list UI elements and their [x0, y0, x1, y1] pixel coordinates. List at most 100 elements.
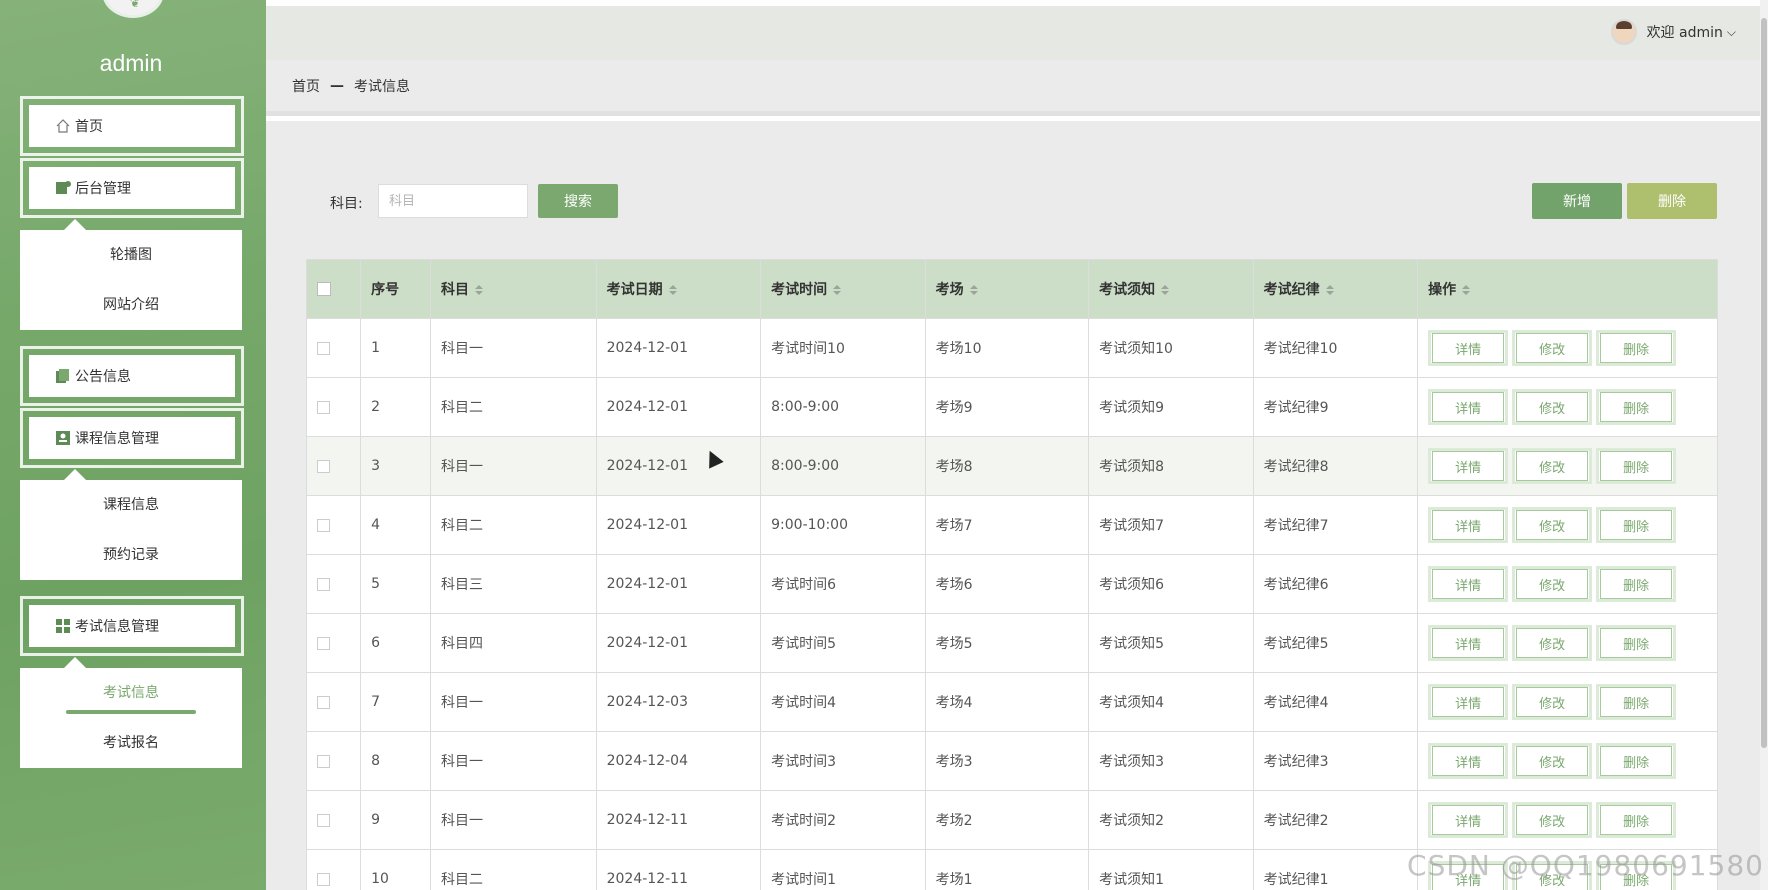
- table-cell: 考试须知9: [1088, 377, 1254, 437]
- search-button[interactable]: 搜索: [538, 184, 618, 218]
- edit-button[interactable]: 修改: [1512, 743, 1593, 779]
- detail-button[interactable]: 详情: [1428, 448, 1509, 484]
- table-cell: 考场5: [924, 613, 1090, 673]
- sidebar-item-home[interactable]: 首页: [20, 96, 244, 156]
- column-header[interactable]: 考场: [924, 259, 1090, 319]
- table-cell: 科目三: [429, 554, 597, 614]
- delete-button[interactable]: 删除: [1596, 743, 1677, 779]
- sort-icon[interactable]: [474, 285, 483, 295]
- delete-button[interactable]: 删除: [1596, 684, 1677, 720]
- delete-button[interactable]: 删除: [1596, 802, 1677, 838]
- breadcrumb-separator: —: [330, 77, 344, 94]
- edit-button[interactable]: 修改: [1512, 684, 1593, 720]
- delete-button[interactable]: 删除: [1596, 389, 1677, 425]
- submenu-item-exam-info[interactable]: 考试信息: [20, 668, 242, 718]
- submenu-item-site-intro[interactable]: 网站介绍: [20, 280, 242, 330]
- sidebar-item-course[interactable]: 课程信息管理: [20, 408, 244, 468]
- table-cell: 考试纪律10: [1252, 318, 1419, 378]
- table-cell: 2024-12-03: [595, 672, 762, 732]
- admin-avatar[interactable]: ❦: [102, 0, 164, 18]
- detail-button[interactable]: 详情: [1428, 566, 1509, 602]
- edit-button[interactable]: 修改: [1512, 507, 1593, 543]
- detail-button[interactable]: 详情: [1428, 507, 1509, 543]
- table-cell: 考试时间1: [760, 849, 926, 890]
- sidebar-item-label: 首页: [75, 119, 103, 135]
- table-cell: 2024-12-01: [595, 436, 762, 496]
- row-checkbox[interactable]: [317, 636, 330, 650]
- detail-button[interactable]: 详情: [1428, 743, 1509, 779]
- row-checkbox[interactable]: [317, 577, 330, 591]
- row-checkbox[interactable]: [317, 695, 330, 709]
- column-header[interactable]: 考试纪律: [1252, 259, 1419, 319]
- sidebar-item-label: 公告信息: [75, 369, 131, 385]
- table-cell: 考场3: [924, 731, 1090, 791]
- table-cell: 考场2: [924, 790, 1090, 850]
- detail-button[interactable]: 详情: [1428, 802, 1509, 838]
- edit-button[interactable]: 修改: [1512, 330, 1593, 366]
- row-checkbox[interactable]: [317, 518, 330, 532]
- row-checkbox[interactable]: [317, 813, 330, 827]
- row-actions-cell: 详情 修改 删除: [1417, 731, 1718, 791]
- table-cell: 科目二: [429, 377, 597, 437]
- select-all-checkbox[interactable]: [317, 282, 331, 296]
- sidebar-item-admin[interactable]: 后台管理: [20, 158, 244, 218]
- sort-icon[interactable]: [833, 285, 842, 295]
- subject-search-input[interactable]: [378, 184, 528, 218]
- submenu-item-course-info[interactable]: 课程信息: [20, 480, 242, 530]
- edit-button[interactable]: 修改: [1512, 448, 1593, 484]
- detail-button[interactable]: 详情: [1428, 684, 1509, 720]
- submenu-item-carousel[interactable]: 轮播图: [20, 230, 242, 280]
- delete-button-label: 删除: [1600, 628, 1673, 658]
- sort-icon[interactable]: [1325, 285, 1334, 295]
- table-cell: 5: [360, 554, 431, 614]
- sort-icon[interactable]: [668, 285, 677, 295]
- table-row: 7 科目一 2024-12-03 考试时间4 考场4 考试须知4 考试纪律4 详情 修改 删除: [305, 672, 1718, 732]
- sidebar-item-exam[interactable]: 考试信息管理: [20, 596, 244, 656]
- main-content: 科目: 搜索 新增 删除 序号 科目 考试日期 考试时间 考场 考试须知 考试纪…: [266, 121, 1760, 890]
- delete-button[interactable]: 删除: [1596, 330, 1677, 366]
- edit-button[interactable]: 修改: [1512, 566, 1593, 602]
- row-checkbox[interactable]: [317, 341, 330, 355]
- submenu-item-exam-registration[interactable]: 考试报名: [20, 718, 242, 768]
- edit-button[interactable]: 修改: [1512, 625, 1593, 661]
- table-cell: 9: [360, 790, 431, 850]
- table-cell: 2024-12-01: [595, 318, 762, 378]
- table-header-row: 序号 科目 考试日期 考试时间 考场 考试须知 考试纪律 操作: [305, 259, 1718, 319]
- sort-icon[interactable]: [1462, 285, 1471, 295]
- detail-button[interactable]: 详情: [1428, 330, 1509, 366]
- delete-button[interactable]: 删除: [1596, 507, 1677, 543]
- edit-button-label: 修改: [1516, 510, 1589, 540]
- column-header[interactable]: 考试日期: [595, 259, 762, 319]
- column-header[interactable]: 科目: [429, 259, 597, 319]
- scrollbar-thumb[interactable]: [1761, 18, 1767, 748]
- detail-button[interactable]: 详情: [1428, 625, 1509, 661]
- delete-button[interactable]: 删除: [1596, 448, 1677, 484]
- user-menu[interactable]: 欢迎 admin ⌵: [1610, 19, 1736, 45]
- row-checkbox[interactable]: [317, 754, 330, 768]
- submenu-item-booking-records[interactable]: 预约记录: [20, 530, 242, 580]
- add-button[interactable]: 新增: [1532, 183, 1622, 219]
- page-scrollbar[interactable]: [1760, 0, 1768, 890]
- row-checkbox[interactable]: [317, 872, 330, 886]
- table-cell: 考试纪律6: [1252, 554, 1419, 614]
- row-checkbox[interactable]: [317, 459, 330, 473]
- sort-icon[interactable]: [1161, 285, 1170, 295]
- edit-button[interactable]: 修改: [1512, 389, 1593, 425]
- table-cell: 考试须知3: [1088, 731, 1254, 791]
- row-checkbox[interactable]: [317, 400, 330, 414]
- delete-button[interactable]: 删除: [1596, 625, 1677, 661]
- detail-button[interactable]: 详情: [1428, 389, 1509, 425]
- breadcrumb-home[interactable]: 首页: [292, 76, 320, 96]
- row-select-cell: [305, 436, 362, 496]
- column-header[interactable]: 操作: [1417, 259, 1718, 319]
- user-avatar: [1610, 19, 1637, 45]
- sidebar-item-notice[interactable]: 公告信息: [20, 346, 244, 406]
- delete-button-label: 删除: [1600, 746, 1673, 776]
- edit-button[interactable]: 修改: [1512, 802, 1593, 838]
- column-header[interactable]: 考试时间: [760, 259, 926, 319]
- bulk-delete-button[interactable]: 删除: [1627, 183, 1717, 219]
- delete-button[interactable]: 删除: [1596, 566, 1677, 602]
- row-actions-cell: 详情 修改 删除: [1417, 554, 1718, 614]
- sort-icon[interactable]: [969, 285, 978, 295]
- column-header[interactable]: 考试须知: [1088, 259, 1254, 319]
